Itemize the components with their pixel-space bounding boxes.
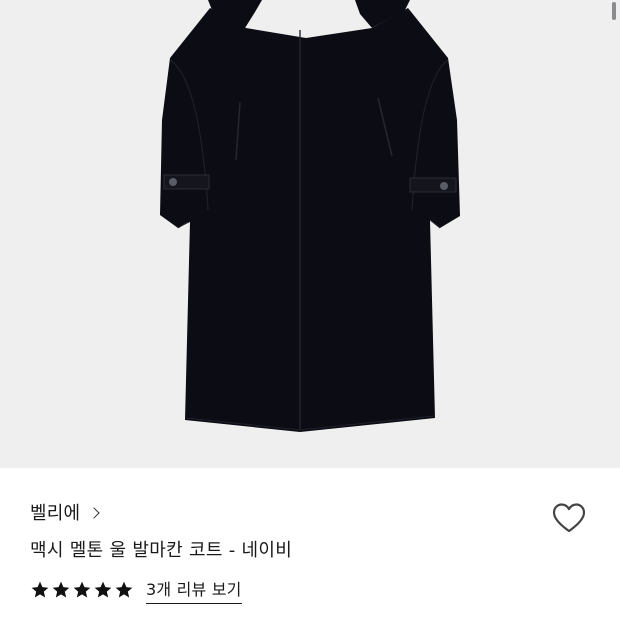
star-filled-icon (115, 581, 133, 598)
reviews-link[interactable]: 3개 리뷰 보기 (146, 576, 242, 604)
product-image[interactable] (0, 0, 620, 468)
heart-outline-icon (552, 503, 586, 533)
star-filled-icon (94, 581, 112, 598)
rating-stars (30, 580, 134, 600)
brand-link[interactable]: 벨리에 (30, 498, 100, 526)
product-title: 맥시 멜톤 울 발마칸 코트 - 네이비 (30, 540, 293, 561)
star-filled-icon (31, 581, 49, 598)
brand-name: 벨리에 (30, 503, 81, 524)
wishlist-button[interactable] (549, 498, 589, 538)
star-filled-icon (52, 581, 70, 598)
star-filled-icon (73, 581, 91, 598)
chevron-right-icon (88, 506, 100, 519)
scroll-indicator (612, 2, 616, 20)
rating-row: 3개 리뷰 보기 (30, 576, 242, 604)
product-info: 벨리에 맥시 멜톤 울 발마칸 코트 - 네이비 3개 리뷰 보기 (0, 468, 620, 620)
coat-illustration (160, 0, 460, 432)
